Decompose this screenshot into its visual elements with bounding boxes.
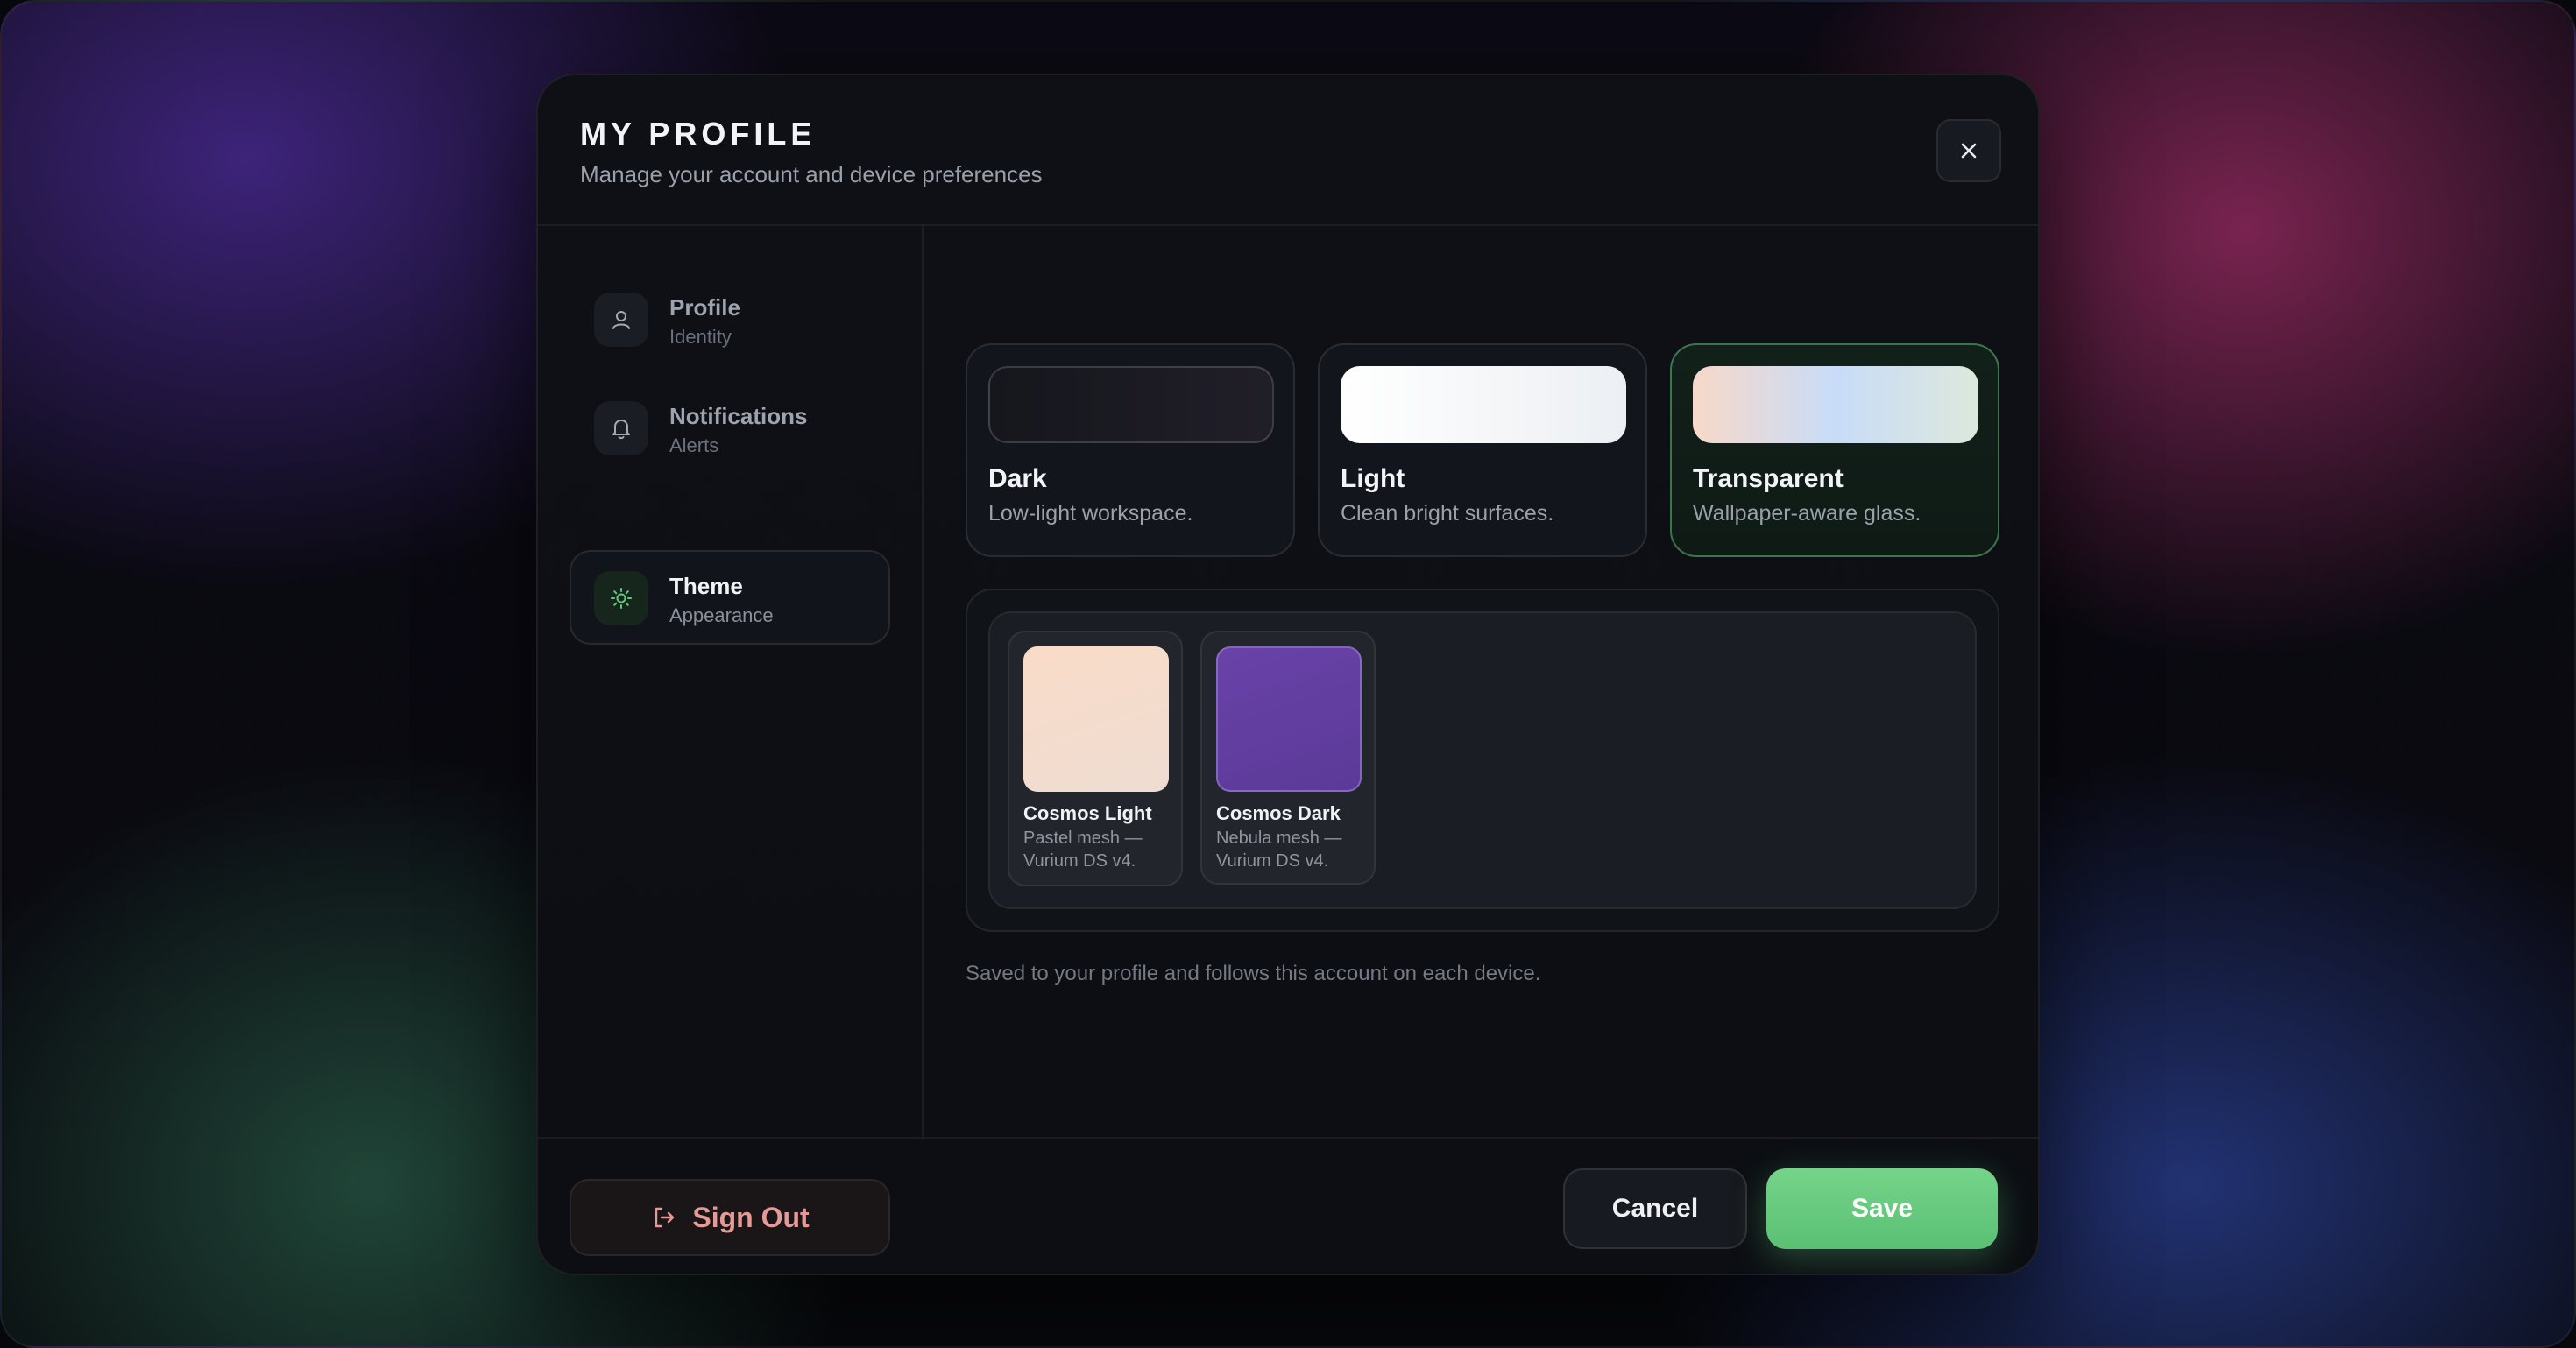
theme-description: Wallpaper-aware glass. xyxy=(1693,501,1921,526)
theme-preview-transparent xyxy=(1693,366,1978,443)
theme-option-light[interactable]: Light Clean bright surfaces. xyxy=(1318,343,1647,557)
profile-modal: MY PROFILE Manage your account and devic… xyxy=(536,74,2040,1275)
settings-sidebar: Profile Identity Notifications Alerts Th… xyxy=(538,226,924,1256)
sidebar-item-theme[interactable]: Theme Appearance xyxy=(570,550,890,645)
sun-icon xyxy=(594,571,648,625)
theme-settings-panel: Dark Low-light workspace. Light Clean br… xyxy=(924,226,2038,1137)
wallpaper-name: Cosmos Dark xyxy=(1216,802,1341,824)
theme-option-transparent[interactable]: Transparent Wallpaper-aware glass. xyxy=(1670,343,1999,557)
theme-name: Dark xyxy=(988,464,1047,493)
theme-name: Transparent xyxy=(1693,464,1844,493)
wallpaper-description: Pastel mesh — Vurium DS v4. xyxy=(1023,829,1143,871)
sidebar-item-sublabel: Appearance xyxy=(669,604,774,626)
modal-subtitle: Manage your account and device preferenc… xyxy=(580,161,1043,187)
sidebar-item-notifications[interactable]: Notifications Alerts xyxy=(570,380,890,475)
wallpaper-name: Cosmos Light xyxy=(1023,802,1152,824)
sidebar-item-sublabel: Alerts xyxy=(669,434,719,456)
sidebar-item-sublabel: Identity xyxy=(669,326,732,348)
theme-option-dark[interactable]: Dark Low-light workspace. xyxy=(966,343,1295,557)
theme-name: Light xyxy=(1341,464,1405,493)
wallpaper-swatch xyxy=(1216,646,1362,792)
modal-title: MY PROFILE xyxy=(580,116,817,152)
wallpaper-option-cosmos-dark[interactable]: Cosmos Dark Nebula mesh — Vurium DS v4. xyxy=(1200,631,1376,885)
sync-hint-text: Saved to your profile and follows this a… xyxy=(966,962,1541,985)
theme-description: Low-light workspace. xyxy=(988,501,1193,526)
save-button[interactable]: Save xyxy=(1766,1168,1998,1249)
wallpaper-swatch xyxy=(1023,646,1169,792)
close-icon xyxy=(1961,143,1977,159)
cancel-button[interactable]: Cancel xyxy=(1563,1168,1747,1249)
sidebar-item-label: Theme xyxy=(669,573,743,599)
modal-header: MY PROFILE Manage your account and devic… xyxy=(538,75,2038,226)
bell-icon xyxy=(594,401,648,455)
sidebar-item-label: Notifications xyxy=(669,403,808,429)
sidebar-item-profile[interactable]: Profile Identity xyxy=(570,272,890,366)
wallpaper-option-cosmos-light[interactable]: Cosmos Light Pastel mesh — Vurium DS v4. xyxy=(1008,631,1183,886)
wallpaper-list: Cosmos Light Pastel mesh — Vurium DS v4.… xyxy=(988,611,1977,909)
modal-footer: Cancel Save xyxy=(538,1137,2038,1274)
theme-preview-dark xyxy=(988,366,1274,443)
sidebar-item-label: Profile xyxy=(669,294,740,321)
close-button[interactable] xyxy=(1936,119,2001,182)
user-icon xyxy=(594,293,648,347)
theme-description: Clean bright surfaces. xyxy=(1341,501,1554,526)
wallpaper-picker: Cosmos Light Pastel mesh — Vurium DS v4.… xyxy=(966,589,1999,932)
theme-preview-light xyxy=(1341,366,1626,443)
wallpaper-description: Nebula mesh — Vurium DS v4. xyxy=(1216,829,1342,871)
